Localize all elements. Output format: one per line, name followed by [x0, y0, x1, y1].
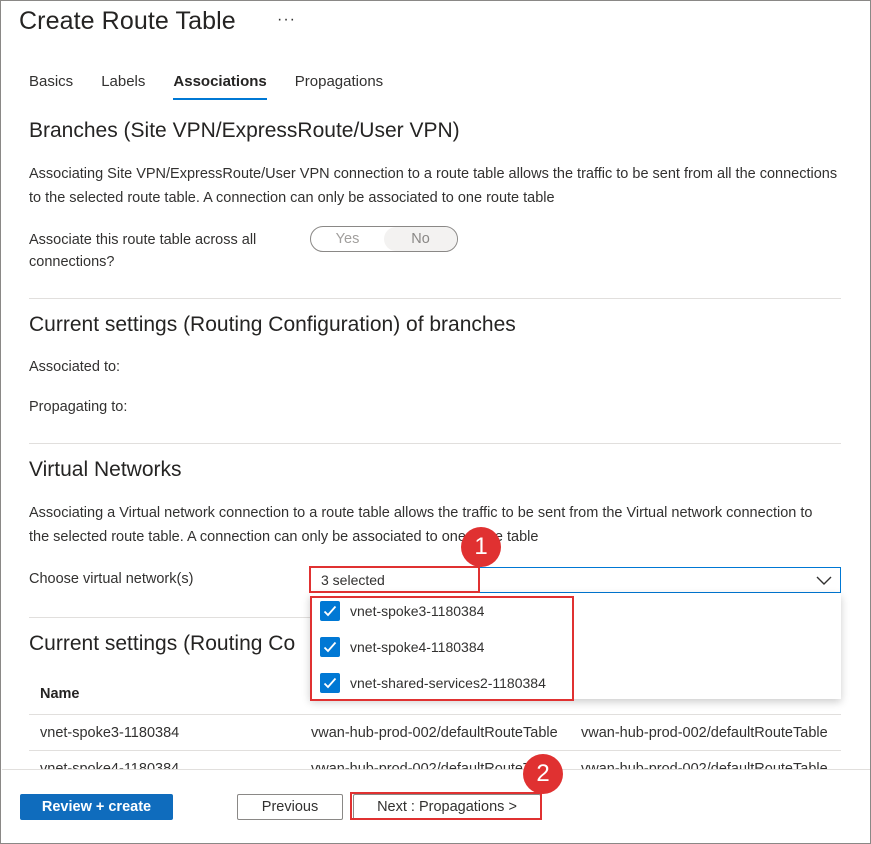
tab-basics[interactable]: Basics: [29, 73, 73, 100]
table-divider: [29, 714, 841, 715]
associate-all-label: Associate this route table across all co…: [29, 229, 256, 273]
annotation-highlight-next: [350, 792, 542, 820]
choose-vnet-label: Choose virtual network(s): [29, 571, 194, 587]
more-options-icon[interactable]: ···: [277, 11, 296, 29]
toggle-yes-option[interactable]: Yes: [311, 227, 384, 251]
vnets-description-line: Associating a Virtual network connection…: [29, 505, 813, 521]
table-cell: vwan-hub-prod-002/defaultRouteTable: [581, 725, 828, 741]
table-divider: [29, 750, 841, 751]
branches-description: Associating Site VPN/ExpressRoute/User V…: [29, 162, 844, 210]
chevron-down-icon: [816, 576, 832, 585]
vnets-description: Associating a Virtual network connection…: [29, 501, 844, 549]
create-route-table-blade: Create Route Table ··· Basics Labels Ass…: [0, 0, 871, 844]
section-divider: [29, 298, 841, 299]
branches-section-title: Branches (Site VPN/ExpressRoute/User VPN…: [29, 119, 460, 142]
associate-all-label-line: connections?: [29, 254, 115, 270]
annotation-highlight-options: [310, 596, 574, 701]
annotation-badge-2: 2: [523, 754, 563, 794]
branches-description-line: Associating Site VPN/ExpressRoute/User V…: [29, 166, 838, 182]
page-title: Create Route Table: [19, 7, 236, 35]
branches-description-line: to the selected route table. A connectio…: [29, 190, 555, 206]
associate-all-toggle[interactable]: Yes No: [310, 226, 458, 252]
review-create-button[interactable]: Review + create: [20, 794, 173, 820]
table-header-name: Name: [40, 686, 80, 702]
propagating-to-label: Propagating to:: [29, 399, 128, 415]
table-cell: vnet-spoke3-1180384: [40, 725, 180, 741]
tab-labels[interactable]: Labels: [101, 73, 145, 100]
vnets-description-line: the selected route table. A connection c…: [29, 529, 539, 545]
tab-bar: Basics Labels Associations Propagations: [29, 73, 411, 100]
annotation-highlight-dropdown: [309, 566, 480, 593]
current-vnets-title: Current settings (Routing Co: [29, 632, 296, 655]
section-divider: [29, 443, 841, 444]
vnets-section-title: Virtual Networks: [29, 458, 182, 481]
current-branches-title: Current settings (Routing Configuration)…: [29, 313, 516, 336]
table-cell: vwan-hub-prod-002/defaultRouteTable: [311, 725, 558, 741]
tab-propagations[interactable]: Propagations: [295, 73, 383, 100]
previous-button[interactable]: Previous: [237, 794, 343, 820]
annotation-badge-1: 1: [461, 527, 501, 567]
associated-to-label: Associated to:: [29, 359, 121, 375]
toggle-no-option[interactable]: No: [384, 227, 457, 251]
tab-associations[interactable]: Associations: [173, 73, 267, 100]
associate-all-label-line: Associate this route table across all: [29, 232, 257, 248]
